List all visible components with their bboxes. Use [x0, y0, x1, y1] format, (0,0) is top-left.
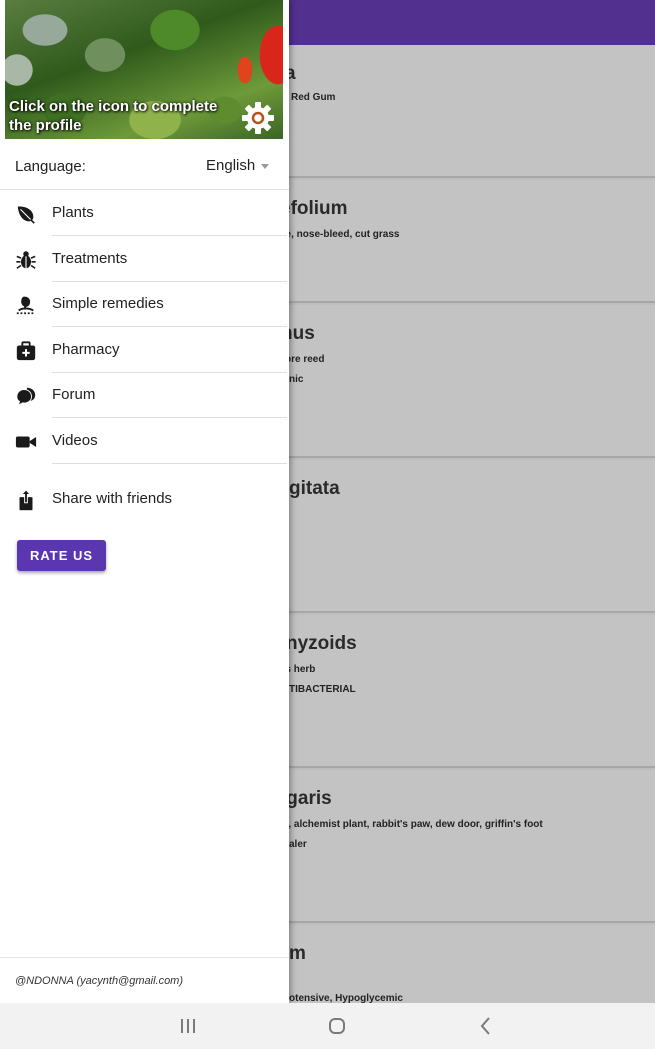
account-info: @NDONNA (yacynth@gmail.com) [15, 975, 184, 987]
chat-bubbles-icon [16, 387, 36, 407]
recents-icon[interactable] [176, 1015, 200, 1037]
menu-label: Plants [52, 204, 94, 221]
menu-item-plants[interactable]: Plants [0, 190, 289, 236]
remedy-icon [16, 296, 36, 315]
home-icon[interactable] [325, 1015, 349, 1037]
rate-us-button[interactable]: RATE US [17, 540, 106, 571]
back-icon[interactable] [474, 1015, 498, 1037]
menu-item-forum[interactable]: Forum [0, 372, 289, 418]
profile-header-image: Click on the icon to complete the profil… [5, 0, 283, 139]
medical-kit-icon [16, 341, 36, 361]
gear-icon[interactable] [241, 101, 275, 135]
drawer-scrim[interactable] [289, 0, 655, 1003]
bug-icon [16, 251, 36, 269]
menu-item-videos[interactable]: Videos [0, 418, 289, 464]
menu-label: Share with friends [52, 490, 173, 507]
menu-label: Videos [52, 432, 98, 449]
profile-hint: Click on the icon to complete the profil… [9, 98, 218, 134]
video-camera-icon [15, 436, 37, 448]
language-label: Language: [15, 158, 86, 175]
share-icon [19, 489, 33, 511]
menu-item-treatments[interactable]: Treatments [0, 236, 289, 282]
leaf-icon [17, 206, 35, 224]
navigation-drawer: Click on the icon to complete the profil… [0, 0, 289, 1003]
menu-item-simple-remedies[interactable]: Simple remedies [0, 281, 289, 327]
menu-label: Treatments [52, 250, 128, 267]
menu-item-share[interactable]: Share with friends [0, 476, 289, 522]
language-selector[interactable]: Language: English [0, 142, 289, 190]
dropdown-arrow-icon[interactable] [261, 164, 269, 169]
divider [52, 463, 287, 464]
menu-item-pharmacy[interactable]: Pharmacy [0, 327, 289, 373]
menu-label: Forum [52, 386, 96, 403]
divider [0, 957, 289, 958]
system-navigation-bar [0, 1003, 655, 1049]
menu-label: Pharmacy [52, 341, 120, 358]
app-screen: a Red Gum efolium lle, nose-bleed, cut g… [0, 0, 655, 1049]
language-value[interactable]: English [206, 157, 255, 174]
menu-label: Simple remedies [52, 295, 164, 312]
